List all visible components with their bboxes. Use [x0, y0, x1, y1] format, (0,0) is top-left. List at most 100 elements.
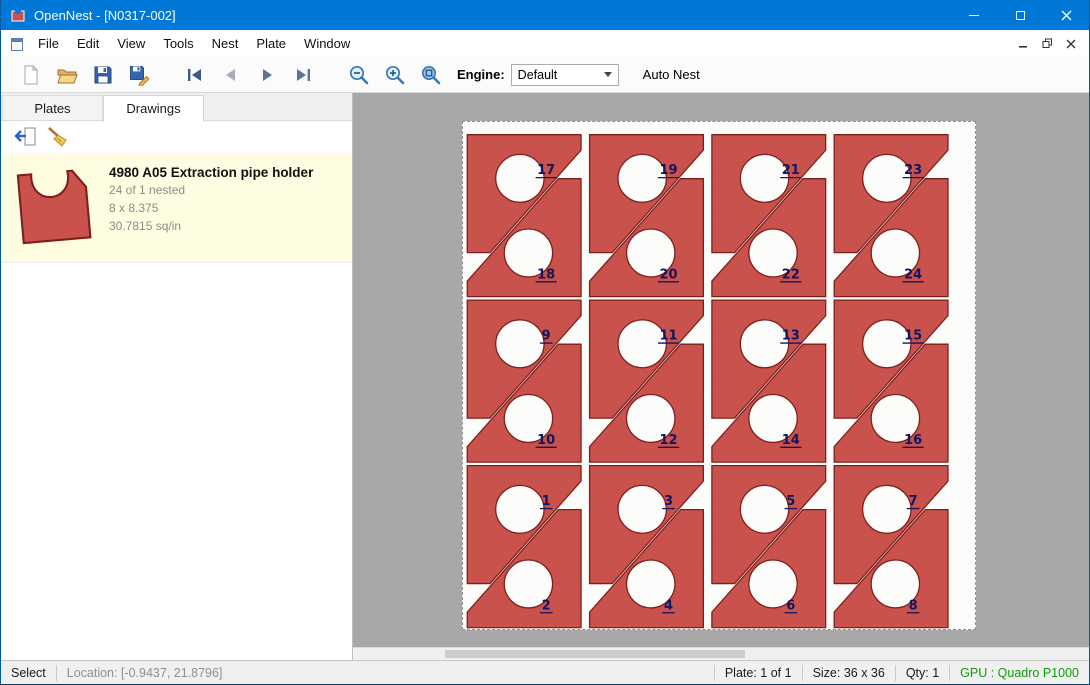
- menu-bar: File Edit View Tools Nest Plate Window: [1, 30, 1089, 57]
- auto-nest-button[interactable]: Auto Nest: [637, 63, 706, 86]
- part-number-label: 4: [664, 598, 673, 613]
- part-number-label: 15: [904, 329, 922, 344]
- status-gpu: GPU : Quadro P1000: [950, 666, 1089, 680]
- nest-pair: 12: [467, 466, 581, 628]
- tab-drawings[interactable]: Drawings: [103, 95, 204, 122]
- part-number-label: 3: [664, 494, 673, 509]
- drawing-area: 30.7815 sq/in: [109, 219, 313, 234]
- mdi-minimize-button[interactable]: [1011, 33, 1035, 55]
- part-number-label: 7: [909, 494, 918, 509]
- status-mode: Select: [1, 666, 56, 680]
- horizontal-scrollbar[interactable]: [353, 647, 1089, 660]
- maximize-icon: [1016, 11, 1025, 20]
- zoom-in-icon: [383, 63, 407, 87]
- open-folder-icon: [56, 64, 78, 86]
- status-plate: Plate: 1 of 1: [715, 666, 802, 680]
- part-number-label: 9: [542, 329, 551, 344]
- nav-first-button[interactable]: [177, 60, 213, 90]
- nest-pair: 1112: [590, 300, 704, 462]
- menu-edit[interactable]: Edit: [68, 30, 108, 57]
- save-icon: [92, 64, 114, 86]
- part-number-label: 1: [542, 494, 551, 509]
- horizontal-scrollbar-thumb[interactable]: [445, 650, 745, 658]
- part-number-label: 20: [659, 267, 677, 282]
- tab-plates[interactable]: Plates: [2, 95, 103, 121]
- nest-pair: 1314: [712, 300, 826, 462]
- close-button[interactable]: [1043, 0, 1089, 30]
- zoom-fit-icon: [419, 63, 443, 87]
- part-number-label: 10: [537, 433, 555, 448]
- part-number-label: 22: [782, 267, 800, 282]
- mdi-minimize-icon: [1018, 39, 1028, 49]
- open-button[interactable]: [49, 60, 85, 90]
- zoom-in-button[interactable]: [377, 60, 413, 90]
- close-icon: [1061, 10, 1072, 21]
- save-button[interactable]: [85, 60, 121, 90]
- part-number-label: 23: [904, 163, 922, 178]
- nav-first-icon: [184, 64, 206, 86]
- nest-pair: 56: [712, 466, 826, 628]
- part-number-label: 14: [782, 433, 800, 448]
- clear-broom-icon: [45, 125, 69, 149]
- engine-select[interactable]: Default: [511, 64, 619, 86]
- nest-canvas[interactable]: 171819202122232491011121314151612345678: [353, 93, 1089, 647]
- nav-next-button[interactable]: [249, 60, 285, 90]
- part-number-label: 5: [786, 494, 795, 509]
- part-number-label: 19: [659, 163, 677, 178]
- status-location: Location: [-0.9437, 21.8796]: [57, 666, 233, 680]
- status-bar: Select Location: [-0.9437, 21.8796] Plat…: [1, 660, 1089, 684]
- part-number-label: 11: [659, 329, 677, 344]
- drawing-title: 4980 A05 Extraction pipe holder: [109, 165, 313, 180]
- drawing-list-item[interactable]: 4980 A05 Extraction pipe holder 24 of 1 …: [1, 153, 352, 263]
- minimize-icon: [969, 15, 979, 16]
- return-part-icon: [12, 125, 38, 149]
- nest-pair: 9 10: [467, 300, 581, 462]
- nest-pair: 78: [834, 466, 948, 628]
- new-button[interactable]: [13, 60, 49, 90]
- combo-caret-icon: [604, 72, 612, 77]
- menu-plate[interactable]: Plate: [247, 30, 295, 57]
- minimize-button[interactable]: [951, 0, 997, 30]
- menu-window[interactable]: Window: [295, 30, 359, 57]
- return-part-button[interactable]: [9, 123, 41, 151]
- mdi-restore-button[interactable]: [1035, 33, 1059, 55]
- part-number-label: 2: [542, 598, 551, 613]
- nav-next-icon: [256, 64, 278, 86]
- nest-pair: 1516: [834, 300, 948, 462]
- nest-pair: 34: [590, 466, 704, 628]
- main-toolbar: Engine: Default Auto Nest: [1, 57, 1089, 93]
- engine-selected-value: Default: [512, 68, 604, 82]
- menu-file[interactable]: File: [29, 30, 68, 57]
- nav-prev-button[interactable]: [213, 60, 249, 90]
- zoom-out-button[interactable]: [341, 60, 377, 90]
- menu-tools[interactable]: Tools: [154, 30, 202, 57]
- sidebar-tabstrip: Plates Drawings: [1, 93, 353, 121]
- nest-svg: 171819202122232491011121314151612345678: [463, 122, 975, 629]
- menu-nest[interactable]: Nest: [203, 30, 248, 57]
- nav-last-button[interactable]: [285, 60, 321, 90]
- nav-prev-icon: [220, 64, 242, 86]
- save-edit-button[interactable]: [121, 60, 157, 90]
- status-size: Size: 36 x 36: [803, 666, 895, 680]
- part-number-label: 8: [909, 598, 918, 613]
- engine-label: Engine:: [457, 67, 505, 82]
- maximize-button[interactable]: [997, 0, 1043, 30]
- zoom-fit-button[interactable]: [413, 60, 449, 90]
- clear-button[interactable]: [41, 123, 73, 151]
- nest-pair: 2122: [712, 135, 826, 297]
- plate[interactable]: 171819202122232491011121314151612345678: [462, 121, 976, 630]
- drawing-size: 8 x 8.375: [109, 201, 313, 216]
- mdi-close-button[interactable]: [1059, 33, 1083, 55]
- new-icon: [20, 64, 42, 86]
- part-number-label: 18: [537, 267, 555, 282]
- save-edit-icon: [128, 64, 150, 86]
- mdi-document-icon[interactable]: [9, 36, 25, 52]
- part-number-label: 6: [786, 598, 795, 613]
- menu-view[interactable]: View: [108, 30, 154, 57]
- part-thumbnail: [15, 161, 93, 252]
- app-window: OpenNest - [N0317-002] File Edit View To…: [0, 0, 1090, 685]
- mdi-restore-icon: [1042, 38, 1053, 49]
- part-number-label: 16: [904, 433, 922, 448]
- nest-pair: 1920: [590, 135, 704, 297]
- zoom-out-icon: [347, 63, 371, 87]
